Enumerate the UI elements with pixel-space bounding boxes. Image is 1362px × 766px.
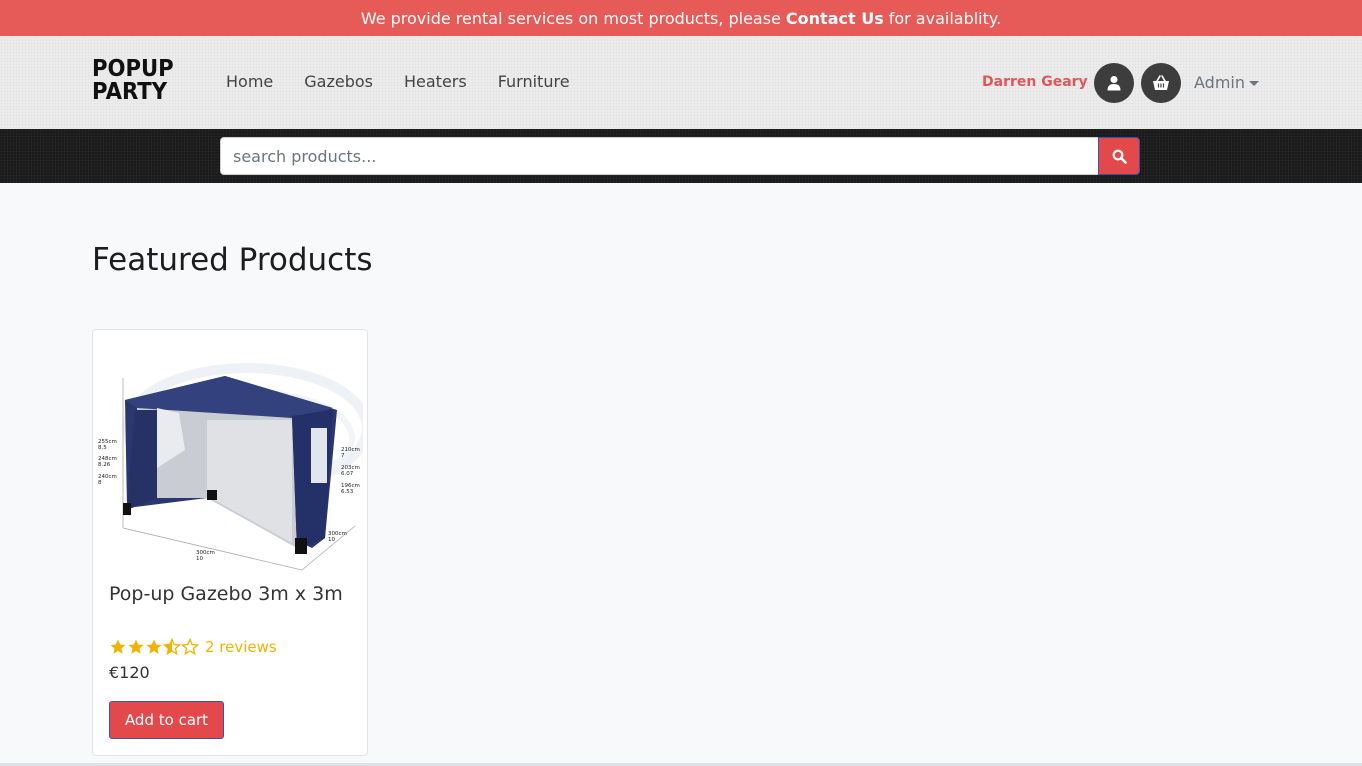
search-button[interactable] (1098, 137, 1140, 175)
product-rating: 2 reviews (109, 638, 277, 656)
dim-bottom-b: 10 (196, 556, 203, 562)
promo-text-after: for availablity. (888, 8, 1002, 28)
admin-label: Admin (1194, 73, 1245, 92)
site-header: POPUP PARTY Home Gazebos Heaters Furnitu… (0, 36, 1362, 129)
dim-right-3b: 6.53 (341, 489, 354, 495)
reviews-link[interactable]: 2 reviews (205, 638, 277, 656)
product-title[interactable]: Pop-up Gazebo 3m x 3m (109, 582, 349, 606)
section-title: Featured Products (92, 242, 373, 278)
nav-gazebos[interactable]: Gazebos (304, 72, 373, 91)
search-icon (1112, 149, 1127, 164)
caret-down-icon (1249, 81, 1259, 86)
search-bar (0, 129, 1362, 183)
promo-text-before: We provide rental services on most produ… (360, 8, 781, 28)
star-full-icon (110, 639, 126, 654)
user-icon (1107, 76, 1121, 91)
dim-left-1b: 8.5 (98, 445, 107, 451)
dim-right-4b: 10 (328, 537, 335, 543)
logo[interactable]: POPUP PARTY (92, 56, 174, 108)
nav-home[interactable]: Home (226, 72, 273, 91)
main-nav: Home Gazebos Heaters Furniture (226, 72, 601, 91)
logo-line-2: PARTY (92, 79, 168, 105)
promo-bar: We provide rental services on most produ… (0, 0, 1362, 36)
basket-icon (1153, 75, 1169, 90)
user-name[interactable]: Darren Geary (982, 74, 1088, 90)
star-empty-icon (181, 638, 199, 656)
add-to-cart-button[interactable]: Add to cart (109, 701, 224, 739)
account-button[interactable] (1094, 63, 1134, 103)
dim-right-2b: 6.07 (341, 471, 354, 477)
dim-right-1b: 7 (341, 453, 345, 459)
dim-left-3b: 8 (98, 480, 102, 486)
logo-line-1: POPUP (92, 56, 174, 82)
product-price: €120 (109, 663, 150, 682)
product-image[interactable]: 255cm 8.5 248cm 8.26 240cm 8 210cm 7 203… (97, 338, 363, 576)
contact-us-link[interactable]: Contact Us (786, 9, 884, 28)
product-card: 255cm 8.5 248cm 8.26 240cm 8 210cm 7 203… (92, 329, 368, 756)
nav-heaters[interactable]: Heaters (404, 72, 467, 91)
star-half-icon (163, 638, 181, 656)
star-full-icon (128, 639, 144, 654)
cart-button[interactable] (1141, 63, 1181, 103)
dim-left-2b: 8.26 (98, 462, 111, 468)
nav-furniture[interactable]: Furniture (498, 72, 570, 91)
search-input[interactable] (220, 137, 1099, 175)
admin-dropdown[interactable]: Admin (1194, 73, 1259, 92)
star-full-icon (146, 639, 162, 654)
